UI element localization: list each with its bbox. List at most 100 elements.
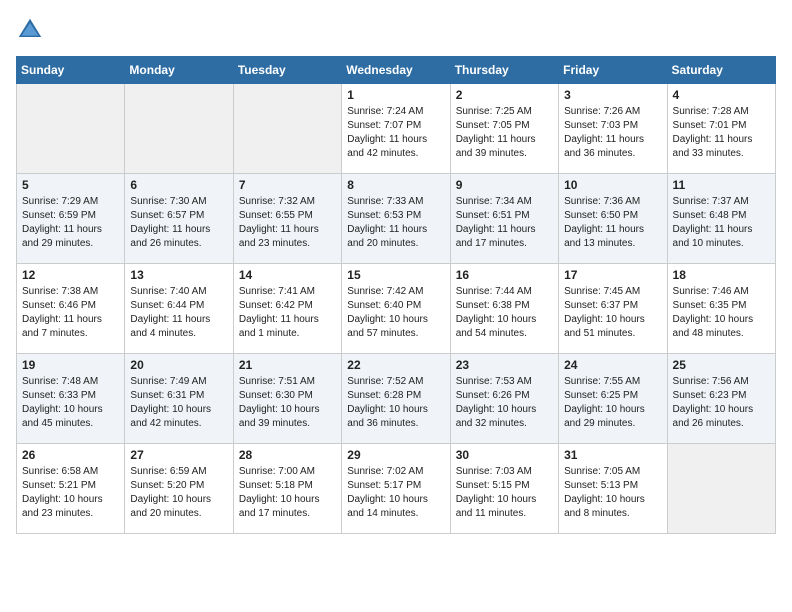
day-info: Sunrise: 7:33 AM Sunset: 6:53 PM Dayligh… [347, 195, 444, 251]
day-number: 1 [347, 88, 444, 102]
day-number: 19 [22, 358, 119, 372]
calendar-week-row: 12 Sunrise: 7:38 AM Sunset: 6:46 PM Dayli… [17, 264, 776, 354]
calendar-cell: 16 Sunrise: 7:44 AM Sunset: 6:38 PM Dayli… [450, 264, 558, 354]
day-info: Sunrise: 7:45 AM Sunset: 6:37 PM Dayligh… [564, 285, 661, 341]
day-info: Sunrise: 7:05 AM Sunset: 5:13 PM Dayligh… [564, 465, 661, 521]
calendar-cell [667, 444, 775, 534]
calendar-cell: 1 Sunrise: 7:24 AM Sunset: 7:07 PM Daylig… [342, 84, 450, 174]
calendar-cell: 21 Sunrise: 7:51 AM Sunset: 6:30 PM Dayli… [233, 354, 341, 444]
day-info: Sunrise: 7:52 AM Sunset: 6:28 PM Dayligh… [347, 375, 444, 431]
day-number: 11 [673, 178, 770, 192]
calendar-cell: 19 Sunrise: 7:48 AM Sunset: 6:33 PM Dayli… [17, 354, 125, 444]
day-number: 8 [347, 178, 444, 192]
logo [16, 16, 48, 44]
day-number: 22 [347, 358, 444, 372]
calendar-cell: 17 Sunrise: 7:45 AM Sunset: 6:37 PM Dayli… [559, 264, 667, 354]
day-number: 30 [456, 448, 553, 462]
day-number: 2 [456, 88, 553, 102]
day-header-friday: Friday [559, 57, 667, 84]
calendar-cell: 4Sunrise: 7:28 AM Sunset: 7:01 PM Daylig… [667, 84, 775, 174]
day-number: 14 [239, 268, 336, 282]
day-info: Sunrise: 7:24 AM Sunset: 7:07 PM Dayligh… [347, 105, 444, 161]
day-number: 7 [239, 178, 336, 192]
calendar-week-row: 1 Sunrise: 7:24 AM Sunset: 7:07 PM Daylig… [17, 84, 776, 174]
day-info: Sunrise: 7:30 AM Sunset: 6:57 PM Dayligh… [130, 195, 227, 251]
calendar-cell: 26 Sunrise: 6:58 AM Sunset: 5:21 PM Dayli… [17, 444, 125, 534]
calendar-cell: 8 Sunrise: 7:33 AM Sunset: 6:53 PM Daylig… [342, 174, 450, 264]
calendar-week-row: 19 Sunrise: 7:48 AM Sunset: 6:33 PM Dayli… [17, 354, 776, 444]
day-info: Sunrise: 7:29 AM Sunset: 6:59 PM Dayligh… [22, 195, 119, 251]
calendar-cell: 31 Sunrise: 7:05 AM Sunset: 5:13 PM Dayli… [559, 444, 667, 534]
calendar-cell: 14 Sunrise: 7:41 AM Sunset: 6:42 PM Dayli… [233, 264, 341, 354]
day-number: 26 [22, 448, 119, 462]
day-number: 31 [564, 448, 661, 462]
day-number: 28 [239, 448, 336, 462]
calendar-cell: 13 Sunrise: 7:40 AM Sunset: 6:44 PM Dayli… [125, 264, 233, 354]
day-header-monday: Monday [125, 57, 233, 84]
calendar-header-row: SundayMondayTuesdayWednesdayThursdayFrid… [17, 57, 776, 84]
calendar-cell [233, 84, 341, 174]
day-number: 15 [347, 268, 444, 282]
day-number: 29 [347, 448, 444, 462]
day-number: 20 [130, 358, 227, 372]
day-info: Sunrise: 7:53 AM Sunset: 6:26 PM Dayligh… [456, 375, 553, 431]
day-info: Sunrise: 6:58 AM Sunset: 5:21 PM Dayligh… [22, 465, 119, 521]
calendar-cell: 7 Sunrise: 7:32 AM Sunset: 6:55 PM Daylig… [233, 174, 341, 264]
calendar-cell: 29Sunrise: 7:02 AM Sunset: 5:17 PM Dayli… [342, 444, 450, 534]
day-info: Sunrise: 7:49 AM Sunset: 6:31 PM Dayligh… [130, 375, 227, 431]
day-info: Sunrise: 7:40 AM Sunset: 6:44 PM Dayligh… [130, 285, 227, 341]
day-info: Sunrise: 7:38 AM Sunset: 6:46 PM Dayligh… [22, 285, 119, 341]
calendar-cell: 12 Sunrise: 7:38 AM Sunset: 6:46 PM Dayli… [17, 264, 125, 354]
day-number: 3 [564, 88, 661, 102]
day-header-sunday: Sunday [17, 57, 125, 84]
day-info: Sunrise: 6:59 AM Sunset: 5:20 PM Dayligh… [130, 465, 227, 521]
page-header [16, 16, 776, 44]
calendar-cell: 18 Sunrise: 7:46 AM Sunset: 6:35 PM Dayli… [667, 264, 775, 354]
day-header-tuesday: Tuesday [233, 57, 341, 84]
calendar-table: SundayMondayTuesdayWednesdayThursdayFrid… [16, 56, 776, 534]
calendar-cell: 15Sunrise: 7:42 AM Sunset: 6:40 PM Dayli… [342, 264, 450, 354]
day-number: 24 [564, 358, 661, 372]
day-info: Sunrise: 7:00 AM Sunset: 5:18 PM Dayligh… [239, 465, 336, 521]
day-number: 16 [456, 268, 553, 282]
day-info: Sunrise: 7:34 AM Sunset: 6:51 PM Dayligh… [456, 195, 553, 251]
day-number: 17 [564, 268, 661, 282]
day-info: Sunrise: 7:46 AM Sunset: 6:35 PM Dayligh… [673, 285, 770, 341]
day-number: 5 [22, 178, 119, 192]
day-info: Sunrise: 7:32 AM Sunset: 6:55 PM Dayligh… [239, 195, 336, 251]
day-header-wednesday: Wednesday [342, 57, 450, 84]
calendar-cell: 5 Sunrise: 7:29 AM Sunset: 6:59 PM Daylig… [17, 174, 125, 264]
calendar-cell: 11Sunrise: 7:37 AM Sunset: 6:48 PM Dayli… [667, 174, 775, 264]
day-info: Sunrise: 7:44 AM Sunset: 6:38 PM Dayligh… [456, 285, 553, 341]
day-info: Sunrise: 7:26 AM Sunset: 7:03 PM Dayligh… [564, 105, 661, 161]
calendar-cell: 25 Sunrise: 7:56 AM Sunset: 6:23 PM Dayli… [667, 354, 775, 444]
day-number: 13 [130, 268, 227, 282]
calendar-cell [125, 84, 233, 174]
day-number: 12 [22, 268, 119, 282]
day-number: 18 [673, 268, 770, 282]
calendar-week-row: 26 Sunrise: 6:58 AM Sunset: 5:21 PM Dayli… [17, 444, 776, 534]
day-info: Sunrise: 7:51 AM Sunset: 6:30 PM Dayligh… [239, 375, 336, 431]
day-number: 27 [130, 448, 227, 462]
calendar-week-row: 5 Sunrise: 7:29 AM Sunset: 6:59 PM Daylig… [17, 174, 776, 264]
day-number: 25 [673, 358, 770, 372]
calendar-cell: 24Sunrise: 7:55 AM Sunset: 6:25 PM Dayli… [559, 354, 667, 444]
day-info: Sunrise: 7:36 AM Sunset: 6:50 PM Dayligh… [564, 195, 661, 251]
calendar-cell: 30Sunrise: 7:03 AM Sunset: 5:15 PM Dayli… [450, 444, 558, 534]
calendar-cell: 9 Sunrise: 7:34 AM Sunset: 6:51 PM Daylig… [450, 174, 558, 264]
calendar-cell: 23 Sunrise: 7:53 AM Sunset: 6:26 PM Dayli… [450, 354, 558, 444]
calendar-cell [17, 84, 125, 174]
day-info: Sunrise: 7:28 AM Sunset: 7:01 PM Dayligh… [673, 105, 770, 161]
day-info: Sunrise: 7:48 AM Sunset: 6:33 PM Dayligh… [22, 375, 119, 431]
day-number: 10 [564, 178, 661, 192]
calendar-cell: 2 Sunrise: 7:25 AM Sunset: 7:05 PM Daylig… [450, 84, 558, 174]
day-number: 9 [456, 178, 553, 192]
day-info: Sunrise: 7:25 AM Sunset: 7:05 PM Dayligh… [456, 105, 553, 161]
day-number: 21 [239, 358, 336, 372]
day-info: Sunrise: 7:41 AM Sunset: 6:42 PM Dayligh… [239, 285, 336, 341]
day-number: 23 [456, 358, 553, 372]
calendar-cell: 20 Sunrise: 7:49 AM Sunset: 6:31 PM Dayli… [125, 354, 233, 444]
day-number: 6 [130, 178, 227, 192]
day-info: Sunrise: 7:56 AM Sunset: 6:23 PM Dayligh… [673, 375, 770, 431]
calendar-cell: 3 Sunrise: 7:26 AM Sunset: 7:03 PM Daylig… [559, 84, 667, 174]
